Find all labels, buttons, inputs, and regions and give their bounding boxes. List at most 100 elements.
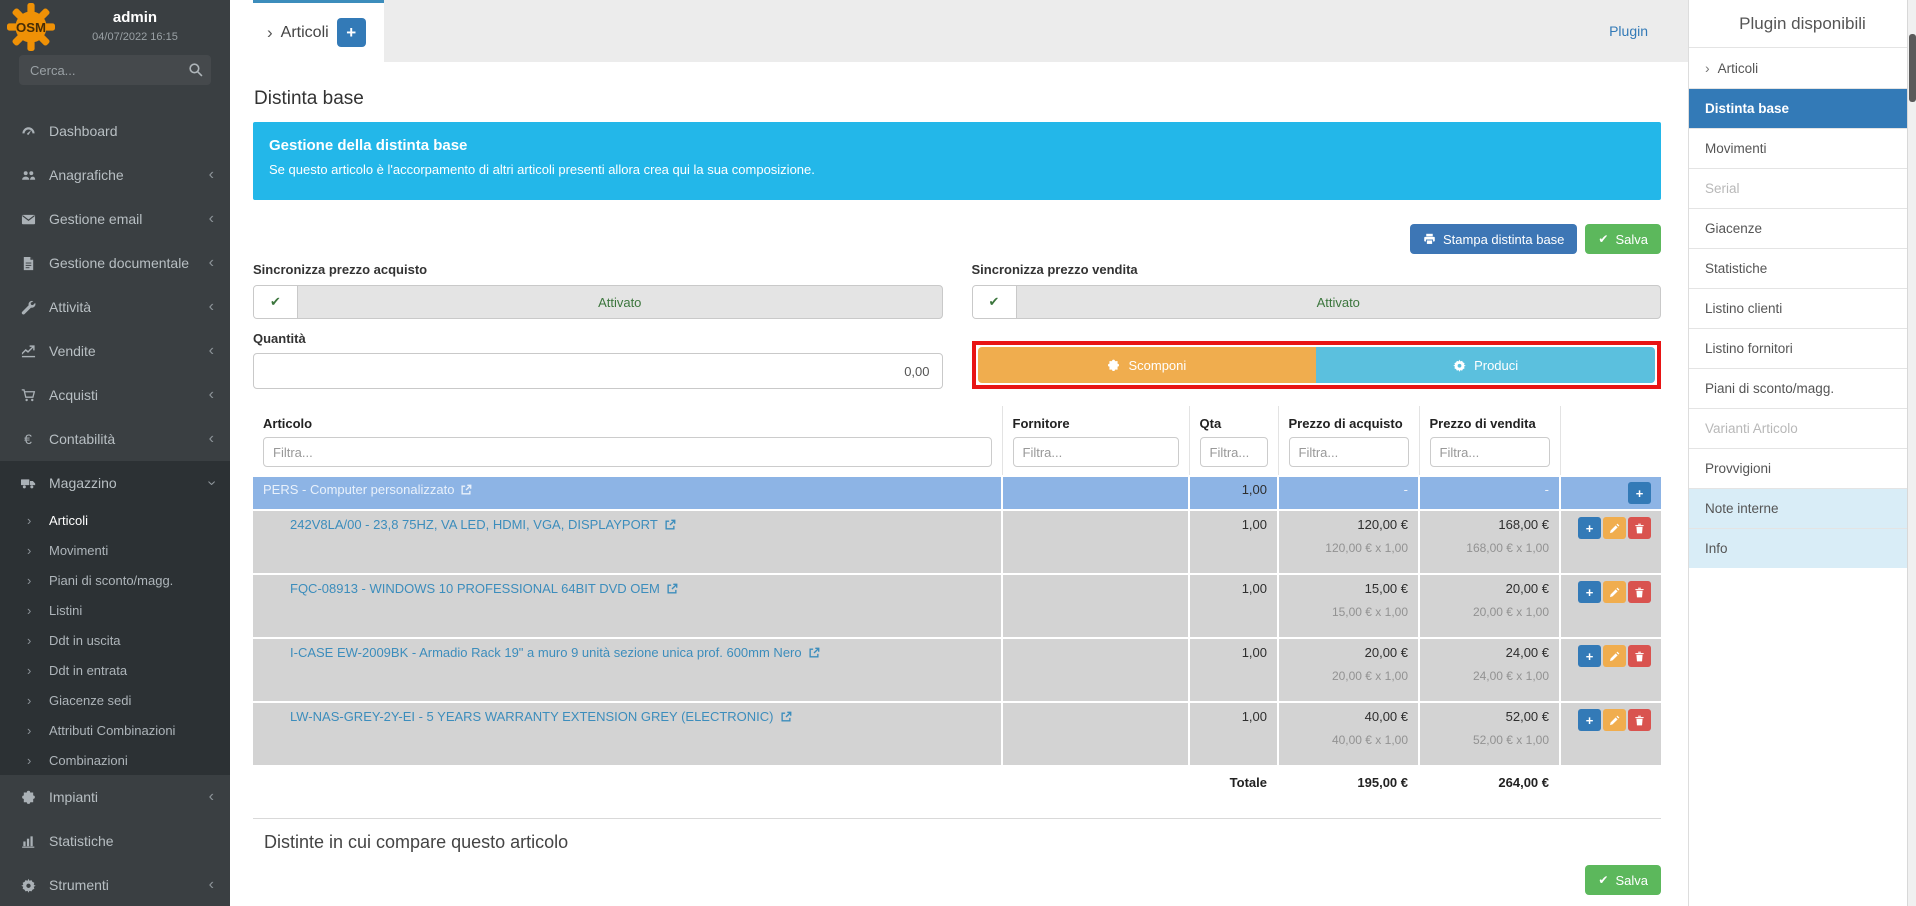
external-link-icon (808, 647, 820, 659)
sidebar-subitem-articoli[interactable]: › Articoli (0, 505, 230, 535)
tab-articoli[interactable]: › Articoli + (253, 0, 384, 62)
sidebar-item-label: Strumenti (49, 877, 209, 893)
plugin-item-listino-fornitori[interactable]: Listino fornitori (1689, 328, 1916, 368)
sync-sale-toggle[interactable]: ✔ Attivato (972, 285, 1662, 319)
save-button-top[interactable]: ✔ Salva (1585, 224, 1661, 254)
sync-purchase-toggle[interactable]: ✔ Attivato (253, 285, 943, 319)
plugin-item-listino-clienti[interactable]: Listino clienti (1689, 288, 1916, 328)
plugin-item-articoli[interactable]: › Articoli (1689, 47, 1916, 88)
sidebar-item-gestione-documentale[interactable]: Gestione documentale ‹ (0, 241, 230, 285)
section-divider (253, 818, 1661, 819)
sidebar-item-statistiche[interactable]: Statistiche (0, 819, 230, 863)
filter-prezzo-vendita-input[interactable] (1430, 437, 1550, 467)
plugin-item-distinta-base[interactable]: Distinta base (1689, 88, 1916, 128)
table-filter-row (253, 435, 1661, 476)
add-button[interactable]: + (1578, 581, 1601, 603)
search-input[interactable] (19, 55, 211, 85)
sidebar-item-magazzino[interactable]: Magazzino › (0, 461, 230, 505)
add-button[interactable]: + (1578, 709, 1601, 731)
edit-button[interactable] (1603, 581, 1626, 603)
chevron-left-icon: ‹ (209, 387, 214, 403)
filter-articolo-input[interactable] (263, 437, 992, 467)
edit-button[interactable] (1603, 709, 1626, 731)
sidebar-item-contabilita[interactable]: € Contabilità ‹ (0, 417, 230, 461)
sidebar-item-strumenti[interactable]: Strumenti ‹ (0, 863, 230, 906)
plugin-item-piani-di-sconto[interactable]: Piani di sconto/magg. (1689, 368, 1916, 408)
sidebar-subitem-combinazioni[interactable]: › Combinazioni (0, 745, 230, 775)
filter-fornitore-input[interactable] (1013, 437, 1179, 467)
article-link[interactable]: LW-NAS-GREY-2Y-EI - 5 YEARS WARRANTY EXT… (263, 709, 792, 724)
edit-button[interactable] (1603, 645, 1626, 667)
sidebar-item-vendite[interactable]: Vendite ‹ (0, 329, 230, 373)
print-bom-button[interactable]: Stampa distinta base (1410, 224, 1577, 254)
chevron-right-icon: › (1705, 60, 1710, 76)
delete-button[interactable] (1628, 517, 1651, 539)
plugin-item-label: Movimenti (1705, 141, 1767, 156)
sidebar-item-acquisti[interactable]: Acquisti ‹ (0, 373, 230, 417)
row-purchase: 15,00 € (1289, 581, 1408, 596)
article-link-label: FQC-08913 - WINDOWS 10 PROFESSIONAL 64BI… (290, 581, 660, 596)
puzzle-icon (18, 789, 38, 805)
save-button-bottom[interactable]: ✔ Salva (1585, 865, 1661, 895)
article-link[interactable]: PERS - Computer personalizzato (263, 482, 472, 497)
produce-button[interactable]: Produci (1316, 347, 1655, 383)
sidebar-search (19, 55, 211, 85)
filter-prezzo-acquisto-input[interactable] (1289, 437, 1409, 467)
sidebar-item-label: Dashboard (49, 123, 214, 139)
save-label: Salva (1615, 232, 1648, 247)
bottom-action-row: ✔ Salva (253, 865, 1661, 895)
sidebar-subitem-piani-sconto[interactable]: › Piani di sconto/magg. (0, 565, 230, 595)
add-component-button[interactable]: + (1628, 482, 1651, 504)
info-box-title: Gestione della distinta base (269, 137, 1645, 154)
add-button[interactable]: + (1578, 517, 1601, 539)
sidebar-subitem-attributi-combinazioni[interactable]: › Attributi Combinazioni (0, 715, 230, 745)
edit-button[interactable] (1603, 517, 1626, 539)
sidebar-item-label: Statistiche (49, 833, 214, 849)
filter-qta-input[interactable] (1200, 437, 1268, 467)
tabbar-spacer (230, 0, 253, 62)
sidebar-item-gestione-email[interactable]: Gestione email ‹ (0, 197, 230, 241)
plugin-item-note-interne[interactable]: Note interne (1689, 488, 1916, 528)
plugin-link[interactable]: Plugin (1609, 23, 1648, 39)
plugin-item-movimenti[interactable]: Movimenti (1689, 128, 1916, 168)
osm-logo[interactable]: OSM (7, 3, 55, 51)
sidebar-subitem-movimenti[interactable]: › Movimenti (0, 535, 230, 565)
sidebar-subitem-giacenze-sedi[interactable]: › Giacenze sedi (0, 685, 230, 715)
col-header-fornitore: Fornitore (1002, 406, 1189, 435)
row-purchase-detail: 120,00 € x 1,00 (1289, 541, 1408, 555)
search-icon[interactable] (188, 62, 203, 77)
article-link-label: 242V8LA/00 - 23,8 75HZ, VA LED, HDMI, VG… (290, 517, 658, 532)
article-link[interactable]: FQC-08913 - WINDOWS 10 PROFESSIONAL 64BI… (263, 581, 678, 596)
info-box-text: Se questo articolo è l'accorpamento di a… (269, 162, 1645, 177)
delete-button[interactable] (1628, 581, 1651, 603)
sidebar-subitem-listini[interactable]: › Listini (0, 595, 230, 625)
add-button[interactable]: + (1578, 645, 1601, 667)
decompose-button[interactable]: Scomponi (978, 347, 1317, 383)
sidebar-item-label: Gestione documentale (49, 255, 209, 271)
delete-button[interactable] (1628, 645, 1651, 667)
plugin-item-info[interactable]: Info (1689, 528, 1916, 568)
sidebar-item-anagrafiche[interactable]: Anagrafiche ‹ (0, 153, 230, 197)
pencil-icon (1609, 715, 1620, 726)
add-tab-button[interactable]: + (337, 18, 366, 47)
article-link[interactable]: 242V8LA/00 - 23,8 75HZ, VA LED, HDMI, VG… (263, 517, 676, 532)
pencil-icon (1609, 523, 1620, 534)
article-link[interactable]: I-CASE EW-2009BK - Armadio Rack 19" a mu… (263, 645, 820, 660)
sidebar-subitem-ddt-entrata[interactable]: › Ddt in entrata (0, 655, 230, 685)
chevron-left-icon: ‹ (209, 167, 214, 183)
sidebar-item-dashboard[interactable]: Dashboard (0, 109, 230, 153)
plugin-item-provvigioni[interactable]: Provvigioni (1689, 448, 1916, 488)
sidebar-item-attivita[interactable]: Attività ‹ (0, 285, 230, 329)
quantity-input[interactable] (253, 353, 943, 389)
trash-icon (1634, 715, 1645, 726)
scrollbar-thumb[interactable] (1909, 34, 1916, 102)
plugin-item-statistiche[interactable]: Statistiche (1689, 248, 1916, 288)
chevron-down-icon: › (203, 480, 219, 485)
total-sale: 264,00 € (1419, 766, 1560, 799)
sidebar-subitem-ddt-uscita[interactable]: › Ddt in uscita (0, 625, 230, 655)
delete-button[interactable] (1628, 709, 1651, 731)
scrollbar[interactable] (1907, 0, 1916, 906)
plugin-item-giacenze[interactable]: Giacenze (1689, 208, 1916, 248)
row-sale-detail: 20,00 € x 1,00 (1430, 605, 1549, 619)
sidebar-item-impianti[interactable]: Impianti ‹ (0, 775, 230, 819)
